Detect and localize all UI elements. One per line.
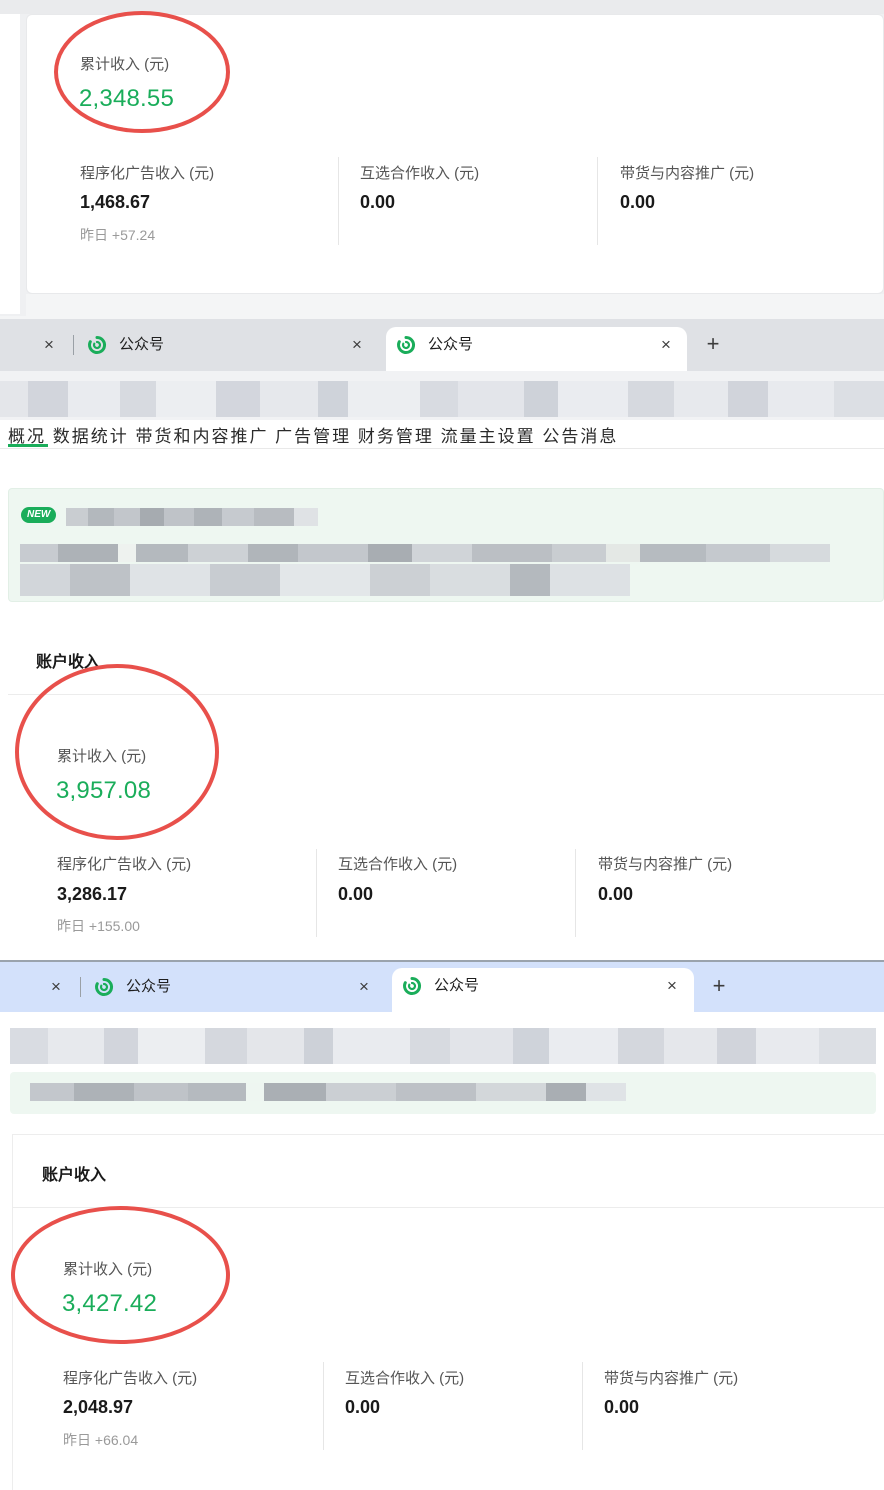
programmatic-ad-yesterday: 昨日 +66.04 [63, 1432, 139, 1448]
programmatic-ad-income-value: 3,286.17 [57, 884, 128, 904]
programmatic-ad-income-label: 程序化广告收入 (元) [63, 1370, 198, 1387]
programmatic-ad-income-value: 2,048.97 [63, 1397, 134, 1417]
close-tab-icon[interactable]: × [46, 977, 66, 997]
mutual-cooperation-income-value: 0.00 [345, 1397, 381, 1417]
goods-content-promotion-value: 0.00 [620, 192, 656, 212]
programmatic-ad-income-value: 1,468.67 [80, 192, 151, 212]
programmatic-ad-yesterday: 昨日 +155.00 [57, 918, 140, 934]
total-income-value: 3,427.42 [62, 1290, 158, 1317]
section-divider [12, 1207, 884, 1208]
column-divider [597, 157, 598, 245]
panel-1-top-strip [0, 0, 884, 14]
total-income-label: 累计收入 (元) [57, 748, 147, 765]
close-tab-icon[interactable]: × [662, 976, 682, 996]
programmatic-ad-yesterday: 昨日 +57.24 [80, 227, 156, 243]
tab-separator [80, 977, 81, 997]
goods-content-promotion-value: 0.00 [598, 884, 634, 904]
column-divider [323, 1362, 324, 1450]
address-bar-pixelated [0, 381, 884, 417]
new-badge: NEW [21, 507, 57, 523]
total-income-label: 累计收入 (元) [80, 56, 170, 73]
tab-title: 公众号 [119, 336, 165, 353]
notice-title-blurred [66, 508, 318, 526]
total-income-label: 累计收入 (元) [63, 1261, 153, 1278]
address-bar-pixelated [10, 1028, 876, 1064]
nav-tabs-text: 概况 数据统计 带货和内容推广 广告管理 财务管理 流量主设置 公告消息 [8, 427, 619, 446]
section-divider [8, 694, 884, 695]
wechat-official-account-icon [95, 977, 114, 996]
total-income-value: 3,957.08 [56, 777, 152, 804]
tab-bar-border [0, 960, 884, 962]
column-divider [338, 157, 339, 245]
notice-line-1-blurred [20, 544, 880, 562]
mutual-cooperation-income-value: 0.00 [338, 884, 374, 904]
programmatic-ad-income-label: 程序化广告收入 (元) [80, 165, 215, 182]
programmatic-ad-income-label: 程序化广告收入 (元) [57, 856, 192, 873]
goods-content-promotion-label: 带货与内容推广 (元) [598, 856, 733, 873]
mutual-cooperation-income-value: 0.00 [360, 192, 396, 212]
close-tab-icon[interactable]: × [39, 335, 59, 355]
tab-bar-top-gap [0, 316, 884, 319]
panel-1-bottom-strip [26, 294, 884, 316]
goods-content-promotion-label: 带货与内容推广 (元) [604, 1370, 739, 1387]
mutual-cooperation-income-label: 互选合作收入 (元) [360, 165, 480, 182]
tab-title: 公众号 [428, 336, 474, 353]
tab-inactive[interactable]: 公众号 × [94, 976, 369, 998]
tab-title: 公众号 [434, 977, 480, 994]
close-tab-icon[interactable]: × [656, 335, 676, 355]
wechat-official-account-icon [397, 335, 416, 354]
column-divider [316, 849, 317, 937]
wechat-official-account-icon [403, 976, 422, 995]
account-income-title: 账户收入 [42, 1167, 107, 1184]
mutual-cooperation-income-label: 互选合作收入 (元) [338, 856, 458, 873]
nav-bar-clipped: 概况 数据统计 带货和内容推广 广告管理 财务管理 流量主设置 公告消息 [0, 420, 884, 450]
total-income-value: 2,348.55 [79, 85, 175, 112]
tab-inactive[interactable]: 公众号 × [87, 334, 362, 356]
notice-line-2-blurred [20, 564, 630, 596]
new-tab-icon[interactable]: + [702, 333, 724, 355]
tab-title: 公众号 [126, 978, 172, 995]
close-tab-icon[interactable]: × [347, 335, 367, 355]
panel-1-left-card-edge [0, 14, 20, 314]
nav-underline [0, 448, 884, 449]
tab-active[interactable]: 公众号 × [392, 968, 694, 1012]
close-tab-icon[interactable]: × [354, 977, 374, 997]
column-divider [582, 1362, 583, 1450]
notice-line-blurred [30, 1083, 626, 1101]
nav-active-indicator [8, 444, 48, 447]
tab-active[interactable]: 公众号 × [386, 327, 687, 371]
goods-content-promotion-value: 0.00 [604, 1397, 640, 1417]
tab-separator [73, 335, 74, 355]
goods-content-promotion-label: 带货与内容推广 (元) [620, 165, 755, 182]
mutual-cooperation-income-label: 互选合作收入 (元) [345, 1370, 465, 1387]
account-income-title: 账户收入 [36, 654, 101, 671]
tab-bar-top-gap [0, 942, 884, 960]
wechat-official-account-icon [88, 335, 107, 354]
new-tab-icon[interactable]: + [708, 975, 730, 997]
column-divider [575, 849, 576, 937]
